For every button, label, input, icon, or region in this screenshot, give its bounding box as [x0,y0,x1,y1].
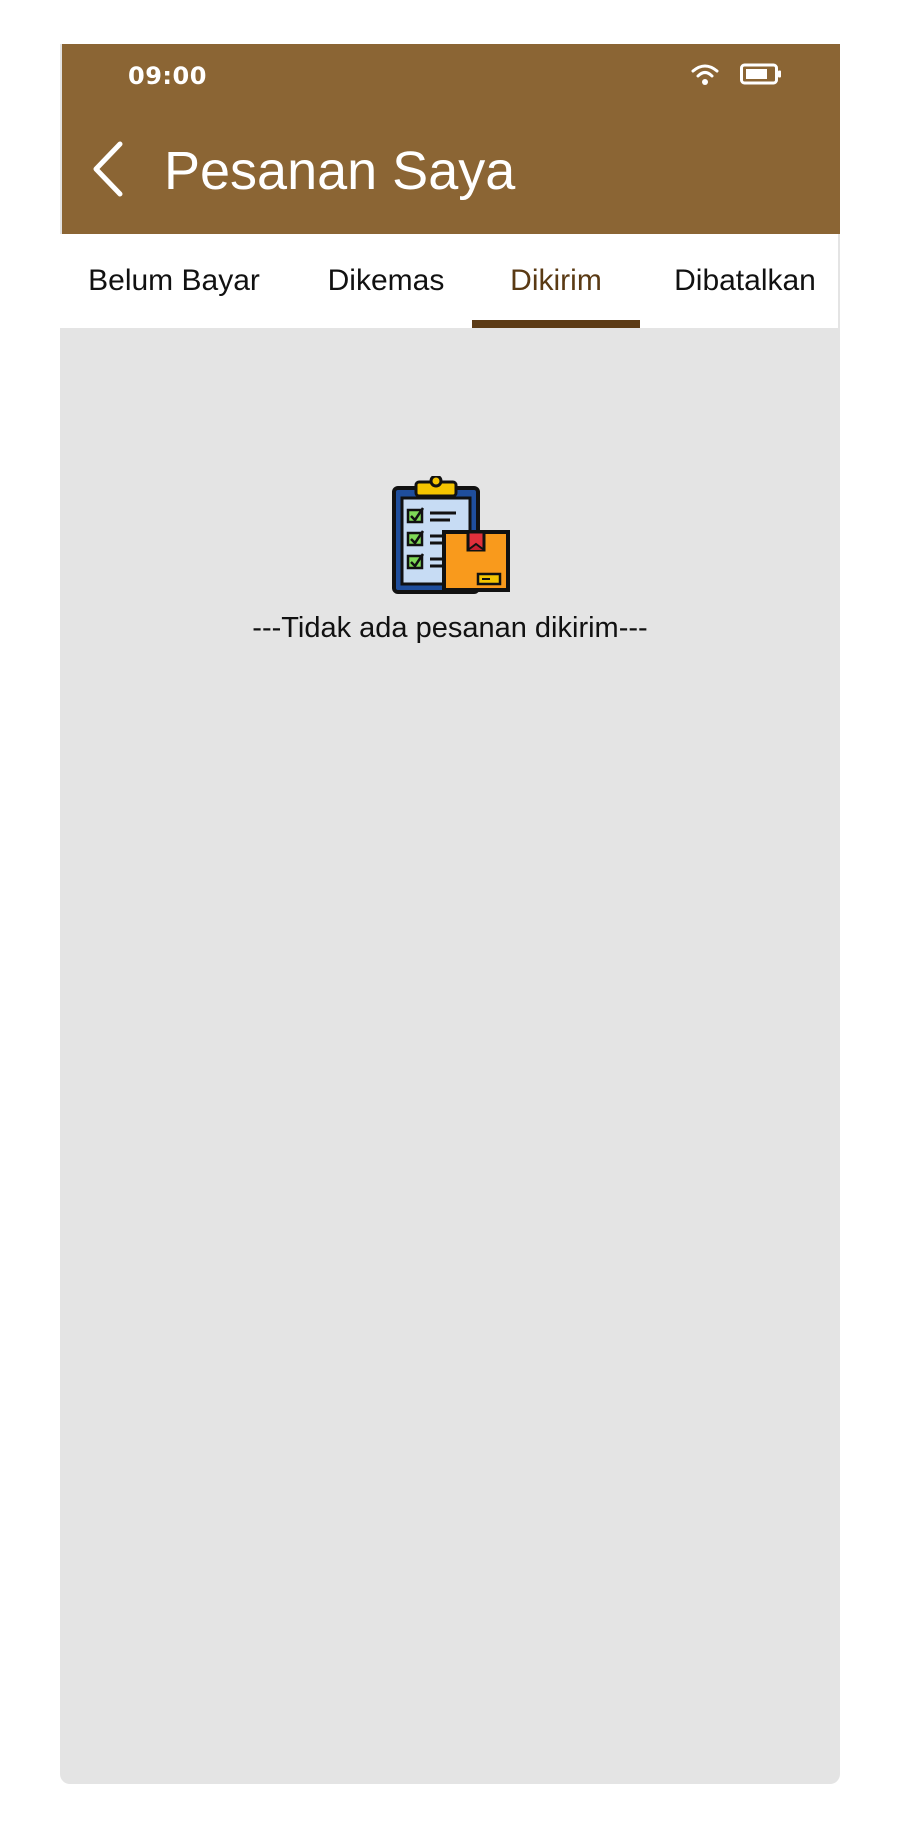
tab-label: Dikemas [327,264,445,297]
tab-dikirim[interactable]: Dikirim [472,234,640,328]
page-title: Pesanan Saya [164,141,516,201]
back-button[interactable] [80,136,136,206]
wifi-icon [690,62,720,91]
tab-belum-bayar[interactable]: Belum Bayar [74,234,274,328]
tab-label: Dikirim [510,264,602,297]
order-checklist-package-icon [390,474,510,596]
chevron-left-icon [90,140,126,203]
tab-label: Belum Bayar [88,264,260,297]
status-time: 09:00 [128,62,207,90]
app-bar: 09:00 Pesanan Saya [62,44,840,234]
tab-label: Dibatalkan [674,264,816,297]
tab-dikemas[interactable]: Dikemas [306,234,466,328]
status-icons [690,62,782,91]
empty-state-message: ---Tidak ada pesanan dikirim--- [252,612,648,644]
order-status-tabs: Belum Bayar Dikemas Dikirim Dibatalkan [60,234,838,328]
tab-dibatalkan[interactable]: Dibatalkan [660,234,830,328]
phone-screen: 09:00 Pesanan Saya Belum Bayar Dikemas D… [60,44,840,1784]
active-tab-indicator [472,320,640,328]
battery-icon [740,62,782,91]
